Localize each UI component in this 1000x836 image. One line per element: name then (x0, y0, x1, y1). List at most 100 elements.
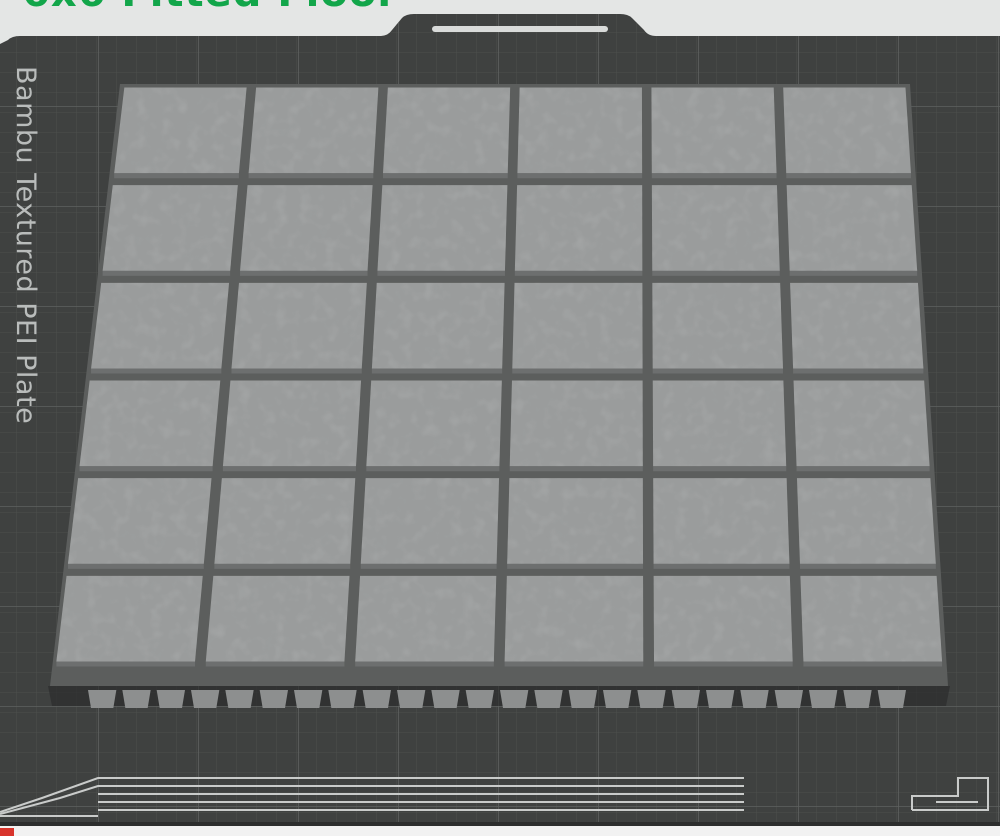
floor-tile[interactable] (366, 380, 502, 472)
floor-tile[interactable] (360, 478, 500, 569)
connector-tooth (122, 690, 151, 708)
floor-tile-texture (509, 380, 643, 467)
floor-tile-edge (514, 270, 643, 276)
floor-tile[interactable] (790, 282, 924, 374)
connector-tooth (774, 690, 803, 708)
connector-tooth (637, 690, 666, 708)
floor-tile[interactable] (355, 575, 497, 667)
floor-tile[interactable] (79, 380, 221, 472)
connector-tooth (191, 690, 220, 708)
floor-tile[interactable] (504, 575, 644, 667)
floor-tile-texture (651, 185, 780, 271)
floor-tile-texture (512, 282, 643, 369)
connector-tooth (328, 690, 357, 708)
floor-tile-edge (796, 466, 930, 472)
floor-tile-texture (504, 575, 644, 662)
connector-tooth (843, 690, 872, 708)
floor-tile-texture (517, 87, 643, 174)
floor-tile-edge (91, 368, 222, 374)
floor-tile-edge (67, 563, 204, 569)
floor-tile[interactable] (653, 478, 790, 569)
floor-tile-edge (382, 173, 508, 179)
floor-tile-texture (653, 575, 793, 662)
floor-tile[interactable] (91, 282, 230, 374)
floor-tile-edge (214, 563, 351, 569)
floor-tile[interactable] (248, 87, 379, 179)
connector-tooth (671, 690, 700, 708)
floor-tile[interactable] (507, 478, 644, 569)
floor-tile[interactable] (793, 380, 930, 472)
floor-tile[interactable] (231, 282, 367, 374)
floor-tile[interactable] (783, 87, 911, 179)
floor-tile-texture (371, 282, 505, 369)
floor-tile[interactable] (205, 575, 350, 667)
floor-tile[interactable] (512, 282, 643, 374)
floor-tile[interactable] (222, 380, 362, 472)
floor-tile[interactable] (67, 478, 212, 569)
floor-tile-edge (205, 661, 345, 667)
floor-tile[interactable] (371, 282, 505, 374)
floor-tile[interactable] (102, 185, 238, 276)
floor-tile-texture (360, 478, 500, 564)
floor-tile-edge (789, 270, 918, 276)
connector-tooth (431, 690, 460, 708)
floor-tile-texture (366, 380, 502, 467)
floor-tile-edge (248, 173, 374, 179)
floor-tile[interactable] (800, 575, 943, 667)
floor-tile-edge (786, 173, 911, 179)
floor-tile-texture (231, 282, 367, 369)
connector-tooth (534, 690, 563, 708)
floor-tile-edge (517, 173, 643, 179)
connector-tooth (465, 690, 494, 708)
floor-tile[interactable] (653, 575, 793, 667)
connector-tooth (259, 690, 288, 708)
floor-tile-texture (67, 478, 212, 564)
floor-tile[interactable] (652, 380, 787, 472)
floor-tile-texture (783, 87, 911, 174)
floor-tile[interactable] (652, 282, 783, 374)
floor-tile-edge (355, 661, 494, 667)
floor-tile[interactable] (796, 478, 936, 569)
floor-tile[interactable] (56, 575, 203, 667)
floor-tile[interactable] (382, 87, 511, 179)
floor-tile[interactable] (214, 478, 356, 569)
floor-tile-edge (507, 563, 644, 569)
floor-tile-edge (240, 270, 368, 276)
floor-tile[interactable] (786, 185, 918, 276)
connector-tooth (568, 690, 597, 708)
floor-tile-texture (205, 575, 350, 662)
connector-tooth (706, 690, 735, 708)
floor-tile-edge (231, 368, 362, 374)
floor-tile[interactable] (114, 87, 247, 179)
floor-tile[interactable] (240, 185, 373, 276)
3d-viewport[interactable] (0, 0, 1000, 836)
floor-tile-edge (56, 661, 196, 667)
floor-tile-texture (377, 185, 508, 271)
floor-tile-texture (786, 185, 918, 271)
connector-tooth (603, 690, 632, 708)
floor-tile-texture (651, 87, 777, 174)
floor-tile-edge (360, 563, 497, 569)
floor-tile-texture (248, 87, 379, 174)
floor-tile-edge (803, 661, 943, 667)
connector-tooth (225, 690, 254, 708)
floor-tile[interactable] (514, 185, 643, 276)
floor-tile-edge (652, 270, 780, 276)
floor-tile[interactable] (377, 185, 508, 276)
floor-tile-edge (652, 368, 783, 374)
floor-tile-texture (793, 380, 930, 467)
floor-tile-edge (509, 466, 643, 472)
plate-handle-slot (432, 26, 608, 32)
plate-label: Bambu Textured PEI Plate (10, 66, 41, 425)
floor-tile[interactable] (651, 185, 780, 276)
floor-tile-texture (796, 478, 936, 564)
connector-tooth (397, 690, 426, 708)
connector-tooth (294, 690, 323, 708)
connector-tooth (362, 690, 391, 708)
floor-tile-texture (652, 380, 787, 467)
floor-tile-edge (793, 368, 924, 374)
red-indicator (0, 828, 14, 836)
floor-tile[interactable] (517, 87, 643, 179)
floor-tile[interactable] (651, 87, 777, 179)
floor-tile[interactable] (509, 380, 643, 472)
